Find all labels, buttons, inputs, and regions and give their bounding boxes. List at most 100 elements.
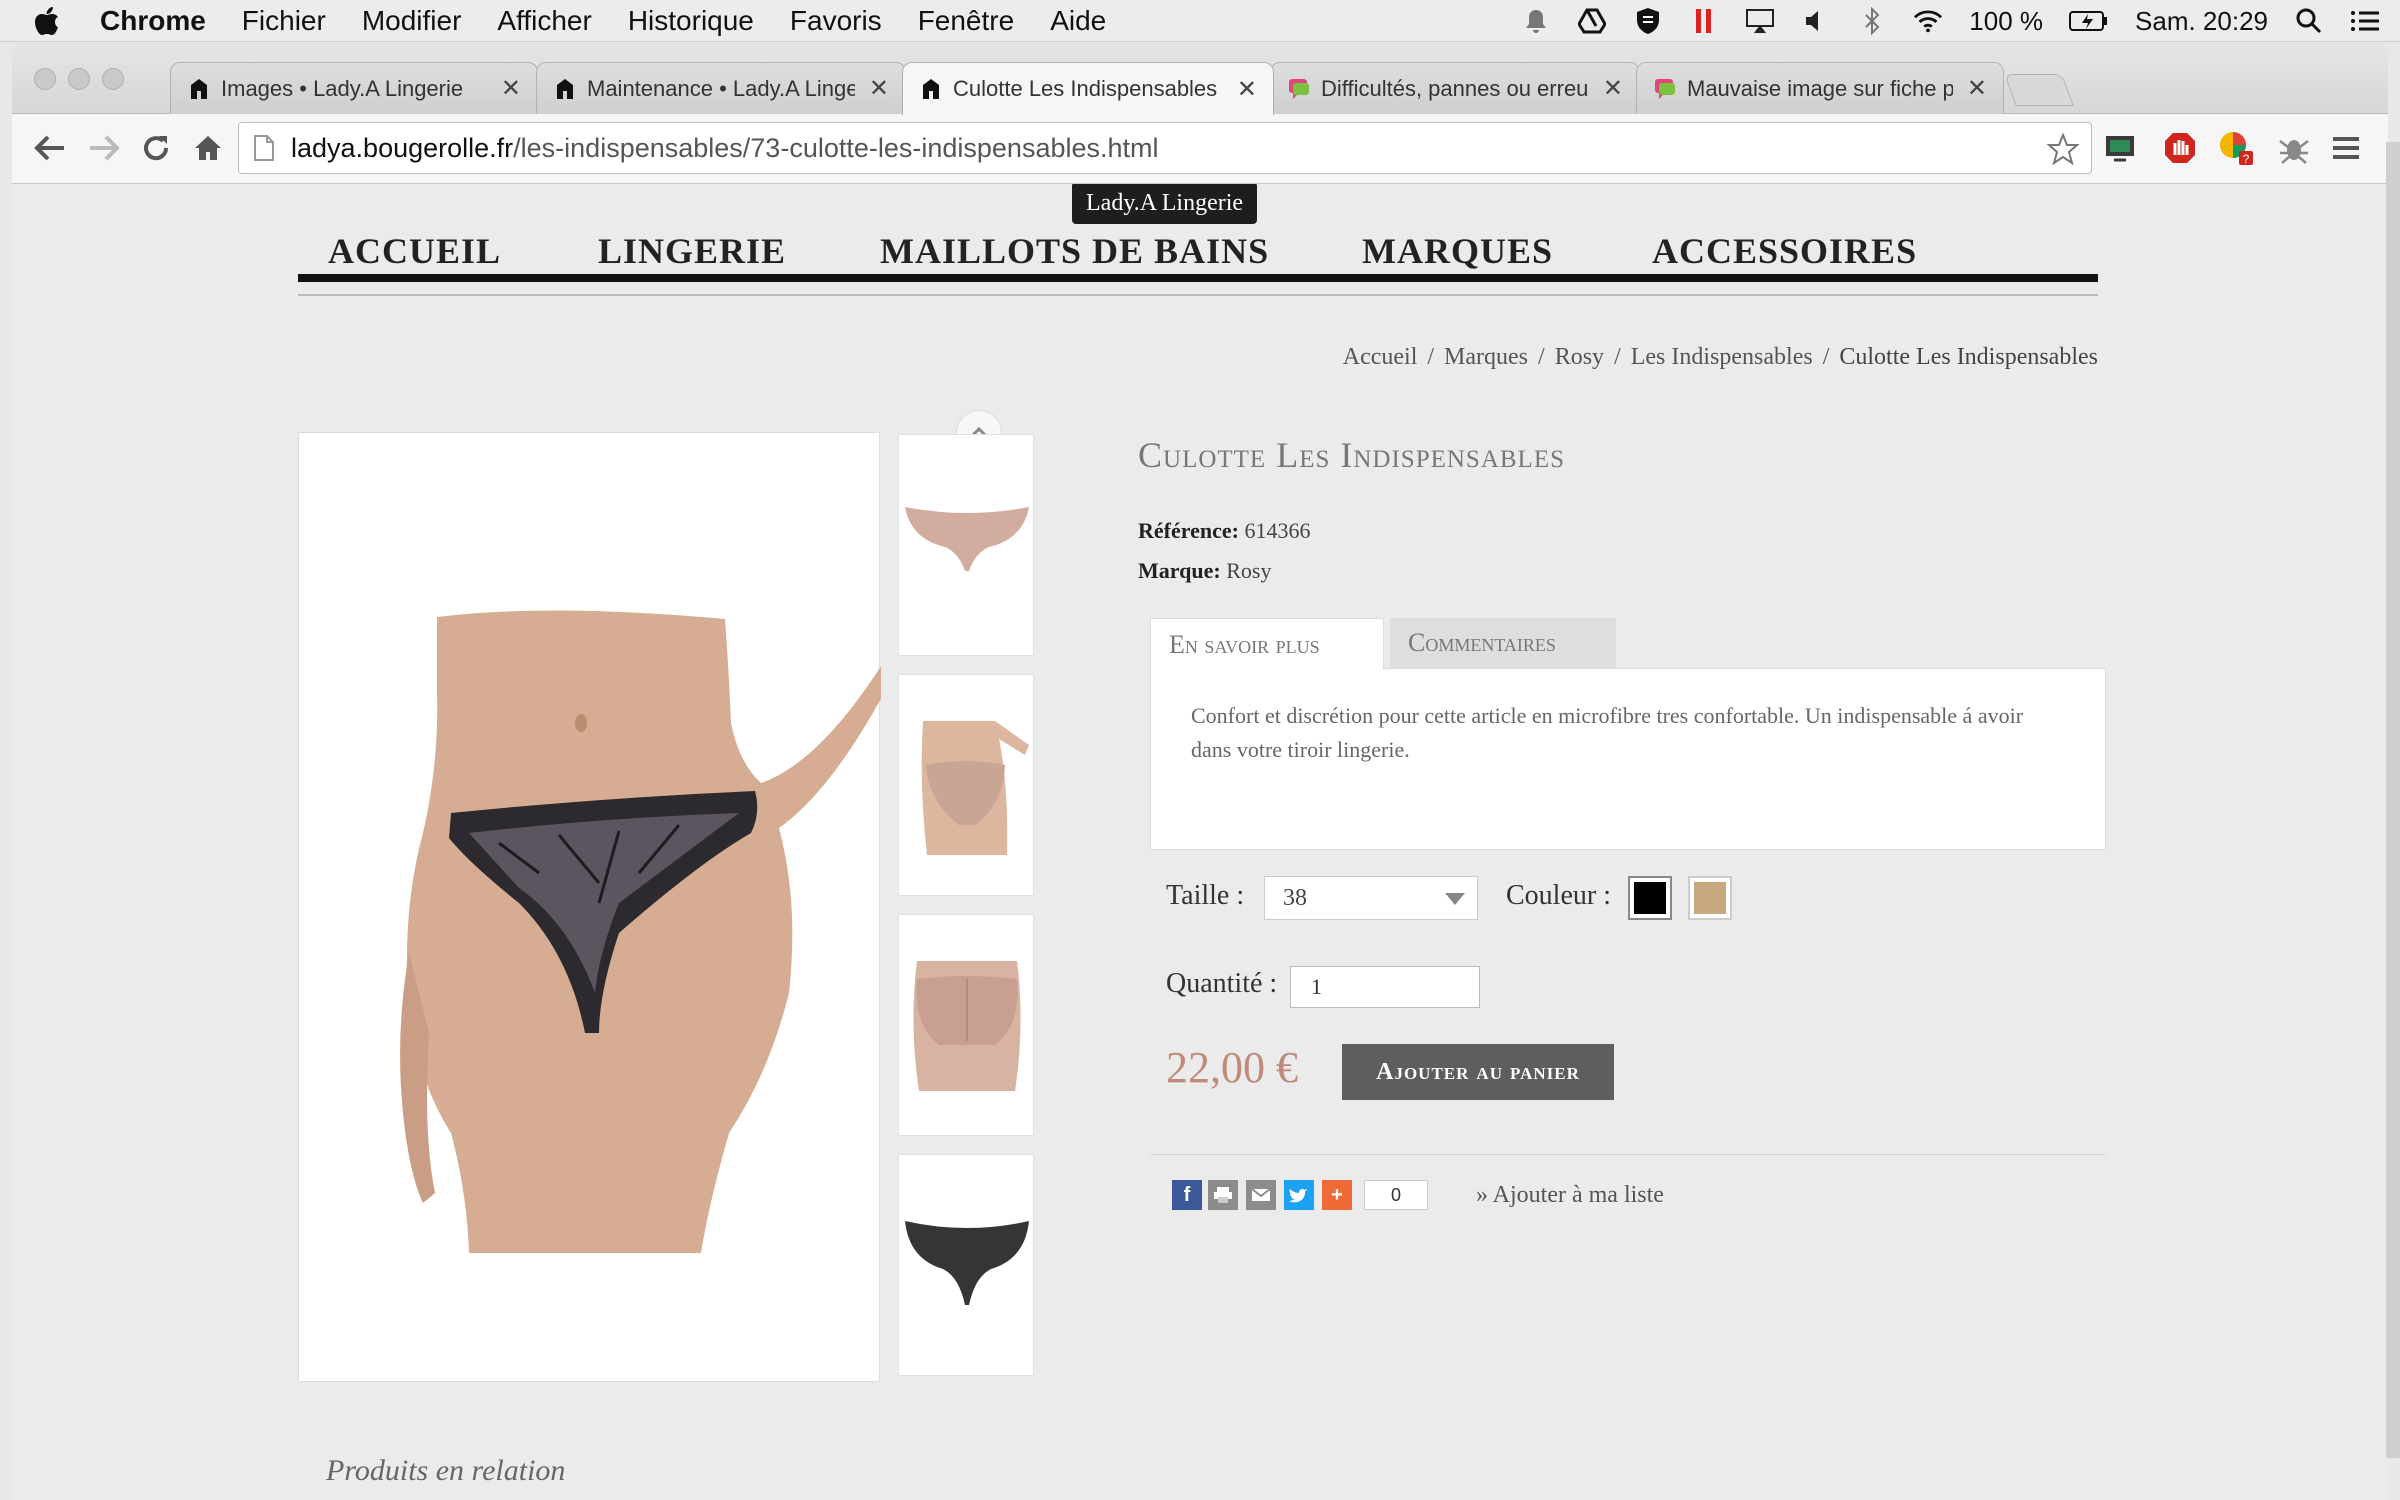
notification-bell-icon[interactable] <box>1521 6 1551 36</box>
spotlight-search-icon[interactable] <box>2294 6 2324 36</box>
airplay-icon[interactable] <box>1745 6 1775 36</box>
tab-title: Maintenance • Lady.A Lingerie <box>587 75 855 101</box>
tab-culotte-active[interactable]: Culotte Les Indispensables ✕ <box>902 62 1274 115</box>
url-path: /les-indispensables/73-culotte-les-indis… <box>513 132 1159 163</box>
color-swatch-black[interactable] <box>1628 876 1672 920</box>
tab-difficultes[interactable]: Difficultés, pannes ou erreurs ✕ <box>1270 62 1640 114</box>
email-share-icon[interactable] <box>1246 1180 1276 1210</box>
shield-icon[interactable] <box>1633 6 1663 36</box>
menu-modifier[interactable]: Modifier <box>362 5 462 37</box>
main-navigation: ACCUEIL LINGERIE MAILLOTS DE BAINS MARQU… <box>298 224 2098 282</box>
tab-title: Mauvaise image sur fiche produit <box>1687 75 1953 101</box>
product-thumbnail-4[interactable] <box>898 1154 1034 1376</box>
home-icon[interactable] <box>188 128 228 168</box>
product-description: Confort et discrétion pour cette article… <box>1150 668 2106 850</box>
breadcrumb-marques[interactable]: Marques <box>1444 344 1528 370</box>
adblock-hand-icon[interactable] <box>2160 128 2200 168</box>
menu-app-chrome[interactable]: Chrome <box>100 5 206 37</box>
tab-images[interactable]: Images • Lady.A Lingerie ✕ <box>170 62 538 114</box>
print-icon[interactable] <box>1208 1180 1238 1210</box>
menu-favoris[interactable]: Favoris <box>790 5 882 37</box>
apple-icon[interactable] <box>34 6 70 36</box>
bug-extension-icon[interactable] <box>2274 128 2314 168</box>
more-share-plus-icon[interactable]: + <box>1322 1180 1352 1210</box>
reference-label: Référence: <box>1138 518 1239 543</box>
reload-icon[interactable] <box>136 128 176 168</box>
forum-favicon-icon <box>1655 78 1675 99</box>
wifi-icon[interactable] <box>1913 6 1943 36</box>
minimize-window-button[interactable] <box>68 68 90 90</box>
nav-lingerie[interactable]: LINGERIE <box>598 230 786 272</box>
menu-afficher[interactable]: Afficher <box>497 5 591 37</box>
back-icon[interactable] <box>30 128 70 168</box>
size-select[interactable]: 38 <box>1264 876 1478 920</box>
close-window-button[interactable] <box>34 68 56 90</box>
bookmark-star-icon[interactable] <box>2047 133 2079 165</box>
site-favicon-icon <box>557 78 573 99</box>
tab-maintenance[interactable]: Maintenance • Lady.A Lingerie ✕ <box>536 62 906 114</box>
close-tab-icon[interactable]: ✕ <box>501 74 521 103</box>
facebook-share-icon[interactable]: f <box>1172 1180 1202 1210</box>
reference-value: 614366 <box>1244 518 1311 543</box>
tab-en-savoir-plus[interactable]: En savoir plus <box>1150 618 1384 670</box>
tab-title: Difficultés, pannes ou erreurs <box>1321 75 1589 101</box>
nav-marques[interactable]: MARQUES <box>1362 230 1553 272</box>
nav-accueil[interactable]: ACCUEIL <box>328 230 501 272</box>
url-host: ladya.bougerolle.fr <box>291 132 514 163</box>
nav-maillots-de-bains[interactable]: MAILLOTS DE BAINS <box>880 230 1269 272</box>
battery-icon[interactable] <box>2069 6 2109 36</box>
clock[interactable]: Sam. 20:29 <box>2135 6 2268 37</box>
close-tab-icon[interactable]: ✕ <box>1967 74 1987 103</box>
breadcrumb-accueil[interactable]: Accueil <box>1343 344 1418 370</box>
site-favicon-icon <box>191 78 207 99</box>
size-select-value: 38 <box>1283 884 1307 911</box>
drive-icon[interactable] <box>1577 6 1607 36</box>
add-to-wishlist-link[interactable]: » Ajouter à ma liste <box>1476 1182 1664 1209</box>
volume-icon[interactable] <box>1801 6 1831 36</box>
quantity-input[interactable]: 1 <box>1290 966 1480 1008</box>
address-bar[interactable]: ladya.bougerolle.fr/les-indispensables/7… <box>238 122 2092 174</box>
breadcrumb-rosy[interactable]: Rosy <box>1555 344 1604 370</box>
tab-strip: Images • Lady.A Lingerie ✕ Maintenance •… <box>12 42 2388 115</box>
color-swatch-beige[interactable] <box>1688 876 1732 920</box>
close-tab-icon[interactable]: ✕ <box>1237 75 1257 104</box>
breadcrumb: Accueil / Marques / Rosy / Les Indispensables /… <box>1342 344 2098 370</box>
color-label: Couleur : <box>1506 880 1611 911</box>
add-to-cart-button[interactable]: Ajouter au panier <box>1342 1044 1614 1100</box>
close-tab-icon[interactable]: ✕ <box>869 74 889 103</box>
forward-icon[interactable] <box>84 128 124 168</box>
twitter-share-icon[interactable] <box>1284 1180 1314 1210</box>
chrome-menu-icon[interactable] <box>2326 128 2366 168</box>
color-picker-extension-icon[interactable]: ? <box>2216 128 2256 168</box>
page-icon <box>254 135 274 161</box>
tab-title: Culotte Les Indispensables <box>953 76 1218 101</box>
nav-accessoires[interactable]: ACCESSOIRES <box>1652 230 1917 272</box>
menu-fichier[interactable]: Fichier <box>242 5 326 37</box>
menu-aide[interactable]: Aide <box>1050 5 1106 37</box>
share-count: 0 <box>1364 1180 1428 1210</box>
bluetooth-icon[interactable] <box>1857 6 1887 36</box>
product-thumbnail-2[interactable] <box>898 674 1034 896</box>
nav-underline <box>298 294 2098 296</box>
extension-monitor-icon[interactable] <box>2102 128 2142 168</box>
swatch-fill <box>1694 882 1726 914</box>
menu-fenetre[interactable]: Fenêtre <box>918 5 1015 37</box>
product-main-image[interactable] <box>298 432 883 1382</box>
zoom-window-button[interactable] <box>102 68 124 90</box>
product-thumbnail-1[interactable] <box>898 434 1034 656</box>
browser-window: Images • Lady.A Lingerie ✕ Maintenance •… <box>12 42 2388 1500</box>
svg-text:?: ? <box>2243 152 2250 166</box>
product-reference: Référence: 614366 <box>1138 518 1310 544</box>
menu-historique[interactable]: Historique <box>628 5 754 37</box>
background-window-edge <box>2386 142 2400 1458</box>
notification-center-icon[interactable] <box>2350 6 2380 36</box>
product-thumbnail-3[interactable] <box>898 914 1034 1136</box>
site-favicon-icon <box>923 79 939 99</box>
web-page: Lady.A Lingerie ACCUEIL LINGERIE MAILLOT… <box>12 184 2388 1500</box>
breadcrumb-les-indispensables[interactable]: Les Indispensables <box>1631 344 1813 370</box>
pause-icon[interactable] <box>1689 6 1719 36</box>
tab-mauvaise-image[interactable]: Mauvaise image sur fiche produit ✕ <box>1636 62 2004 114</box>
tab-commentaires[interactable]: Commentaires <box>1390 618 1616 668</box>
new-tab-button[interactable] <box>2004 74 2074 106</box>
close-tab-icon[interactable]: ✕ <box>1603 74 1623 103</box>
